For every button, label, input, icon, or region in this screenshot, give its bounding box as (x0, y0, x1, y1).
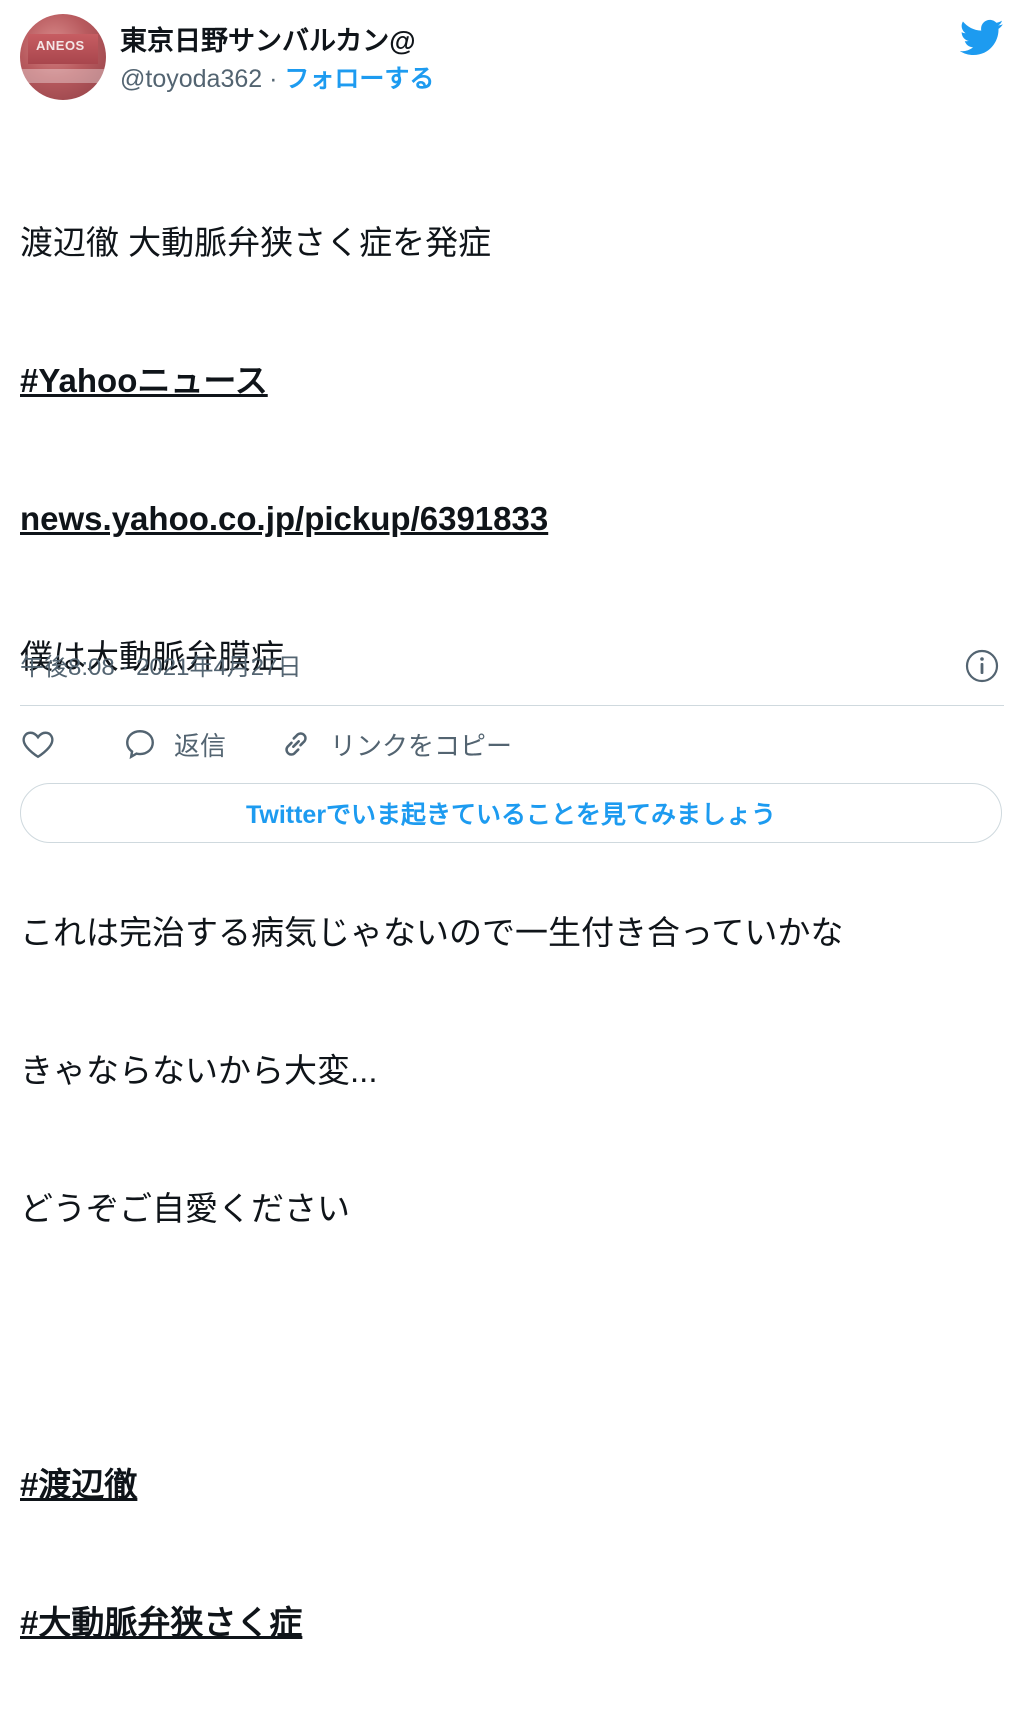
copy-link-button[interactable]: リンクをコピー (278, 722, 512, 766)
tweet-line: これは完治する病気じゃないので一生付き合っていかな (20, 914, 844, 951)
explore-twitter-button[interactable]: Twitterでいま起きていることを見てみましょう (20, 783, 1002, 843)
tweet-timestamp[interactable]: 午後8:08 · 2021年4月27日 (20, 647, 302, 682)
user-names: 東京日野サンバルカン@ @toyoda362 · フォローする (120, 24, 434, 96)
tweet-line: どうぞご自愛ください (20, 1190, 350, 1227)
avatar-band (20, 69, 106, 83)
hashtag-yahoo-news[interactable]: #Yahooニュース (20, 362, 268, 399)
avatar-text: ANEOS (36, 38, 85, 53)
reply-icon (126, 730, 154, 760)
handle-line: @toyoda362 · フォローする (120, 62, 434, 96)
avatar[interactable]: ANEOS (20, 14, 106, 100)
tweet-time: 午後8:08 (20, 654, 115, 681)
like-button[interactable] (20, 722, 56, 766)
tweet-header: ANEOS 東京日野サンバルカン@ @toyoda362 · フォローする (20, 14, 1004, 106)
tweet-card: ANEOS 東京日野サンバルカン@ @toyoda362 · フォローする 渡辺… (0, 0, 1024, 1641)
info-icon[interactable] (964, 648, 1000, 684)
handle-separator: · (269, 65, 278, 93)
copy-link-label: リンクをコピー (330, 730, 513, 761)
link-icon (285, 732, 307, 756)
reply-label: 返信 (174, 730, 227, 761)
twitter-bird-icon[interactable] (960, 18, 1004, 58)
tweet-body: 渡辺徹 大動脈弁狭さく症を発症 #Yahooニュース news.yahoo.co… (20, 128, 1000, 1730)
tweet-line: きゃならないから大変... (20, 1052, 378, 1089)
heart-icon (22, 731, 54, 759)
display-name[interactable]: 東京日野サンバルカン@ (120, 24, 434, 58)
tweet-date: 2021年4月27日 (136, 654, 302, 681)
hashtag-aortic-stenosis[interactable]: #大動脈弁狭さく症 (20, 1604, 302, 1641)
reply-button[interactable]: 返信 (122, 722, 226, 766)
hashtag-watanabe[interactable]: #渡辺徹 (20, 1466, 137, 1503)
timestamp-separator: · (121, 654, 130, 681)
user-handle[interactable]: @toyoda362 (120, 65, 262, 93)
news-link[interactable]: news.yahoo.co.jp/pickup/6391833 (20, 500, 548, 537)
follow-button[interactable]: フォローする (284, 65, 434, 93)
divider (20, 705, 1004, 706)
tweet-line: 渡辺徹 大動脈弁狭さく症を発症 (20, 224, 492, 261)
